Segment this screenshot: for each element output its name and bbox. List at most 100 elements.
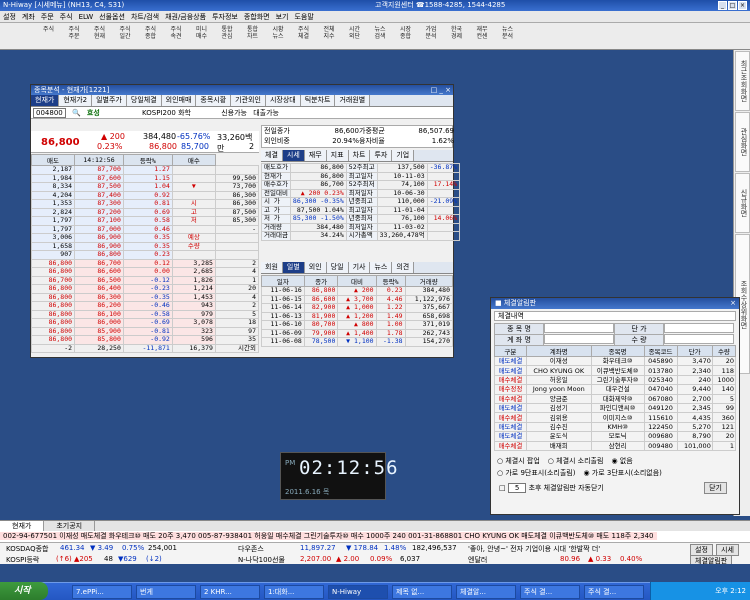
menu-item[interactable]: 설정 <box>3 13 16 21</box>
toolbar-button[interactable]: 주식 주문 <box>64 25 85 47</box>
taskbar-item[interactable]: 주식 결... <box>584 585 644 599</box>
toolbar-button[interactable]: 시간 외단 <box>344 25 365 47</box>
menu-item[interactable]: 선물옵션 <box>99 13 125 21</box>
menu-item[interactable]: 도움말 <box>294 13 313 21</box>
menu-item[interactable]: 보기 <box>276 13 289 21</box>
tab-item[interactable]: 현재가2 <box>59 95 93 106</box>
filter-input[interactable] <box>544 323 614 333</box>
daily-tab[interactable]: 외인 <box>304 262 327 273</box>
bid-row[interactable]: 86,800 85,800 -0.92 596 35 <box>30 335 260 345</box>
ask-row[interactable]: 1,797 87,100 0.58 저 85,300 <box>30 216 260 226</box>
ask-row[interactable]: 8,334 87,500 1.04 ▼ 73,700 <box>30 182 260 192</box>
detail-tab[interactable]: 차트 <box>348 150 371 161</box>
daily-tab[interactable]: 기사 <box>348 262 371 273</box>
notify-row[interactable]: 매수체결 김위용 이미지스⑩ 115610 4,435 360 <box>494 412 737 423</box>
taskbar-item[interactable]: 2 KHR... <box>200 585 260 599</box>
quick-panel-item[interactable]: 관심화면 <box>735 112 750 172</box>
notify-row[interactable]: 매수정정 Jong yoon Moon 대우건설 047040 9,440 140 <box>494 384 737 395</box>
daily-tab[interactable]: 일별 <box>282 262 305 273</box>
detail-tab[interactable]: 투자 <box>370 150 393 161</box>
notify-row[interactable]: 매수체결 배재희 삼현리 009480 101,000 1 <box>494 440 737 451</box>
daily-tab[interactable]: 의견 <box>392 262 415 273</box>
notify-option-radio[interactable]: ◉ 없음 <box>611 456 632 466</box>
filter-input[interactable] <box>664 334 734 344</box>
toolbar-button[interactable]: 주식 종합 <box>140 25 161 47</box>
notify-row[interactable]: 매도체결 윤도식 모토닉 009680 8,790 20 <box>494 431 737 442</box>
taskbar-item[interactable]: 주식 결... <box>520 585 580 599</box>
auto-close-seconds[interactable]: 5 <box>507 482 527 493</box>
ask-row[interactable]: 907 86,800 0.23 <box>30 250 260 260</box>
tab-item[interactable]: 기관외인 <box>231 95 266 106</box>
toolbar-button[interactable]: 뉴스 검색 <box>370 25 391 47</box>
notify-row[interactable]: 매도체결 김수진 KMH⑩ 122450 5,270 121 <box>494 421 737 433</box>
bid-row[interactable]: 86,800 86,400 -0.23 1,214 20 <box>30 284 260 294</box>
menu-item[interactable]: 채권/금융상품 <box>165 13 206 21</box>
tab-item[interactable]: 종목시황 <box>196 95 232 106</box>
toolbar-button[interactable]: 재무 컨센 <box>472 25 493 47</box>
start-button[interactable]: 시작 <box>0 582 48 600</box>
taskbar-item[interactable]: 7.ePPi... <box>72 585 132 599</box>
toolbar-button[interactable]: 시장 종합 <box>395 25 416 47</box>
toolbar-button[interactable]: 주식 현재 <box>89 25 110 47</box>
toolbar-button[interactable]: 전체 지수 <box>319 25 340 47</box>
tab-item[interactable]: 현재가 <box>31 95 60 106</box>
toolbar-button[interactable]: 시황 뉴스 <box>268 25 289 47</box>
notify-option-radio[interactable]: ◉ 가로 3단표시(소리없음) <box>583 468 661 478</box>
notify-row[interactable]: 매도체결 김성기 파인디앤씨⑩ 049120 2,345 99 <box>494 402 737 414</box>
notify-close-button[interactable]: 닫기 <box>704 481 727 494</box>
taskbar-item[interactable]: N-Hiway <box>328 585 388 599</box>
ask-row[interactable]: 2,187 87,700 1.27 <box>30 165 260 175</box>
bid-row[interactable]: 86,800 86,000 -0.69 3,078 18 <box>30 318 260 328</box>
detail-tab[interactable]: 지표 <box>326 150 349 161</box>
bid-row[interactable]: 86,800 86,200 -0.46 943 2 <box>30 301 260 311</box>
ask-row[interactable]: 3,006 86,900 0.35 예상 <box>30 233 260 243</box>
notify-row[interactable]: 매수체결 양금준 대화제약⑩ 067080 2,700 5 <box>494 393 737 404</box>
notify-close-icon[interactable]: × <box>730 298 736 309</box>
search-icon[interactable]: 🔍 <box>72 109 81 117</box>
menu-item[interactable]: 차트/검색 <box>131 13 159 21</box>
tab-item[interactable]: 틱분차트 <box>300 95 336 106</box>
ask-row[interactable]: 1,353 87,300 0.81 시 86,300 <box>30 199 260 209</box>
minimize-button[interactable]: _ <box>718 1 727 10</box>
menu-item[interactable]: 종합화면 <box>244 13 270 21</box>
toolbar-button[interactable]: 주식 속견 <box>166 25 187 47</box>
notify-row[interactable]: 매도체결 CHO KYUNG OK 이큐백반도체⑩ 013780 2,340 118 <box>494 365 737 376</box>
toolbar-button[interactable]: 주식 <box>38 25 59 47</box>
menu-item[interactable]: 계좌 <box>22 13 35 21</box>
filter-input[interactable] <box>664 323 734 333</box>
tab-item[interactable]: 시장상대 <box>265 95 301 106</box>
toolbar-button[interactable]: 미니 매수 <box>191 25 212 47</box>
bid-row[interactable]: 86,800 86,600 0.00 2,685 4 <box>30 267 260 277</box>
tab-item[interactable]: 일별주가 <box>92 95 127 106</box>
toolbar-button[interactable]: 뉴스 분석 <box>497 25 518 47</box>
toolbar-button[interactable]: 통합 관심 <box>217 25 238 47</box>
daily-tab[interactable]: 뉴스 <box>370 262 393 273</box>
auto-close-check[interactable]: □ <box>499 484 506 492</box>
toolbar-button[interactable]: 한국 경제 <box>446 25 467 47</box>
quick-panel-item[interactable]: 신규화면 <box>735 173 750 233</box>
bottom-button[interactable]: 체결알림판 <box>690 555 733 564</box>
detail-tab[interactable]: 기업 <box>392 150 415 161</box>
stock-code-input[interactable]: 004800 <box>33 108 66 118</box>
detail-tab[interactable]: 체결 <box>261 150 283 161</box>
toolbar-button[interactable]: 통합 차트 <box>242 25 263 47</box>
filter-input[interactable] <box>544 334 614 344</box>
notify-row[interactable]: 매수체결 허웅일 그린기술투자⑩ 025340 240 1000 <box>494 374 737 386</box>
daily-row[interactable]: 11-06-08 78,500 ▼ 1,100 -1.38 154,270 <box>261 337 454 347</box>
toolbar-button[interactable]: 주식 체결 <box>293 25 314 47</box>
screen-code-input[interactable]: 1221 <box>2 49 34 50</box>
notify-option-radio[interactable]: ○ 체결시 팝업 <box>497 456 540 466</box>
daily-tab[interactable]: 회원 <box>261 262 283 273</box>
taskbar-item[interactable]: 1:대화... <box>264 585 324 599</box>
daily-row[interactable]: 11-06-16 86,800 ▲ 200 0.23 384,480 <box>261 286 454 296</box>
notify-option-radio[interactable]: ○ 체결시 소리출림 <box>548 456 604 466</box>
toolbar-button[interactable]: 주식 일간 <box>115 25 136 47</box>
tab-item[interactable]: 당일체결 <box>126 95 162 106</box>
news-headline[interactable]: '좋아, 안녕~' 전자 기업이용 시대 '한발짝 더' <box>468 544 600 554</box>
maximize-button[interactable]: □ <box>728 1 737 10</box>
notify-row[interactable]: 매도체결 이재성 화우테크⑩ 045890 3,470 20 <box>494 355 737 367</box>
menu-item[interactable]: 주식 <box>60 13 73 21</box>
daily-tab[interactable]: 당일 <box>326 262 349 273</box>
detail-tab[interactable]: 재무 <box>304 150 327 161</box>
window-controls[interactable]: □ _ × <box>431 85 451 95</box>
